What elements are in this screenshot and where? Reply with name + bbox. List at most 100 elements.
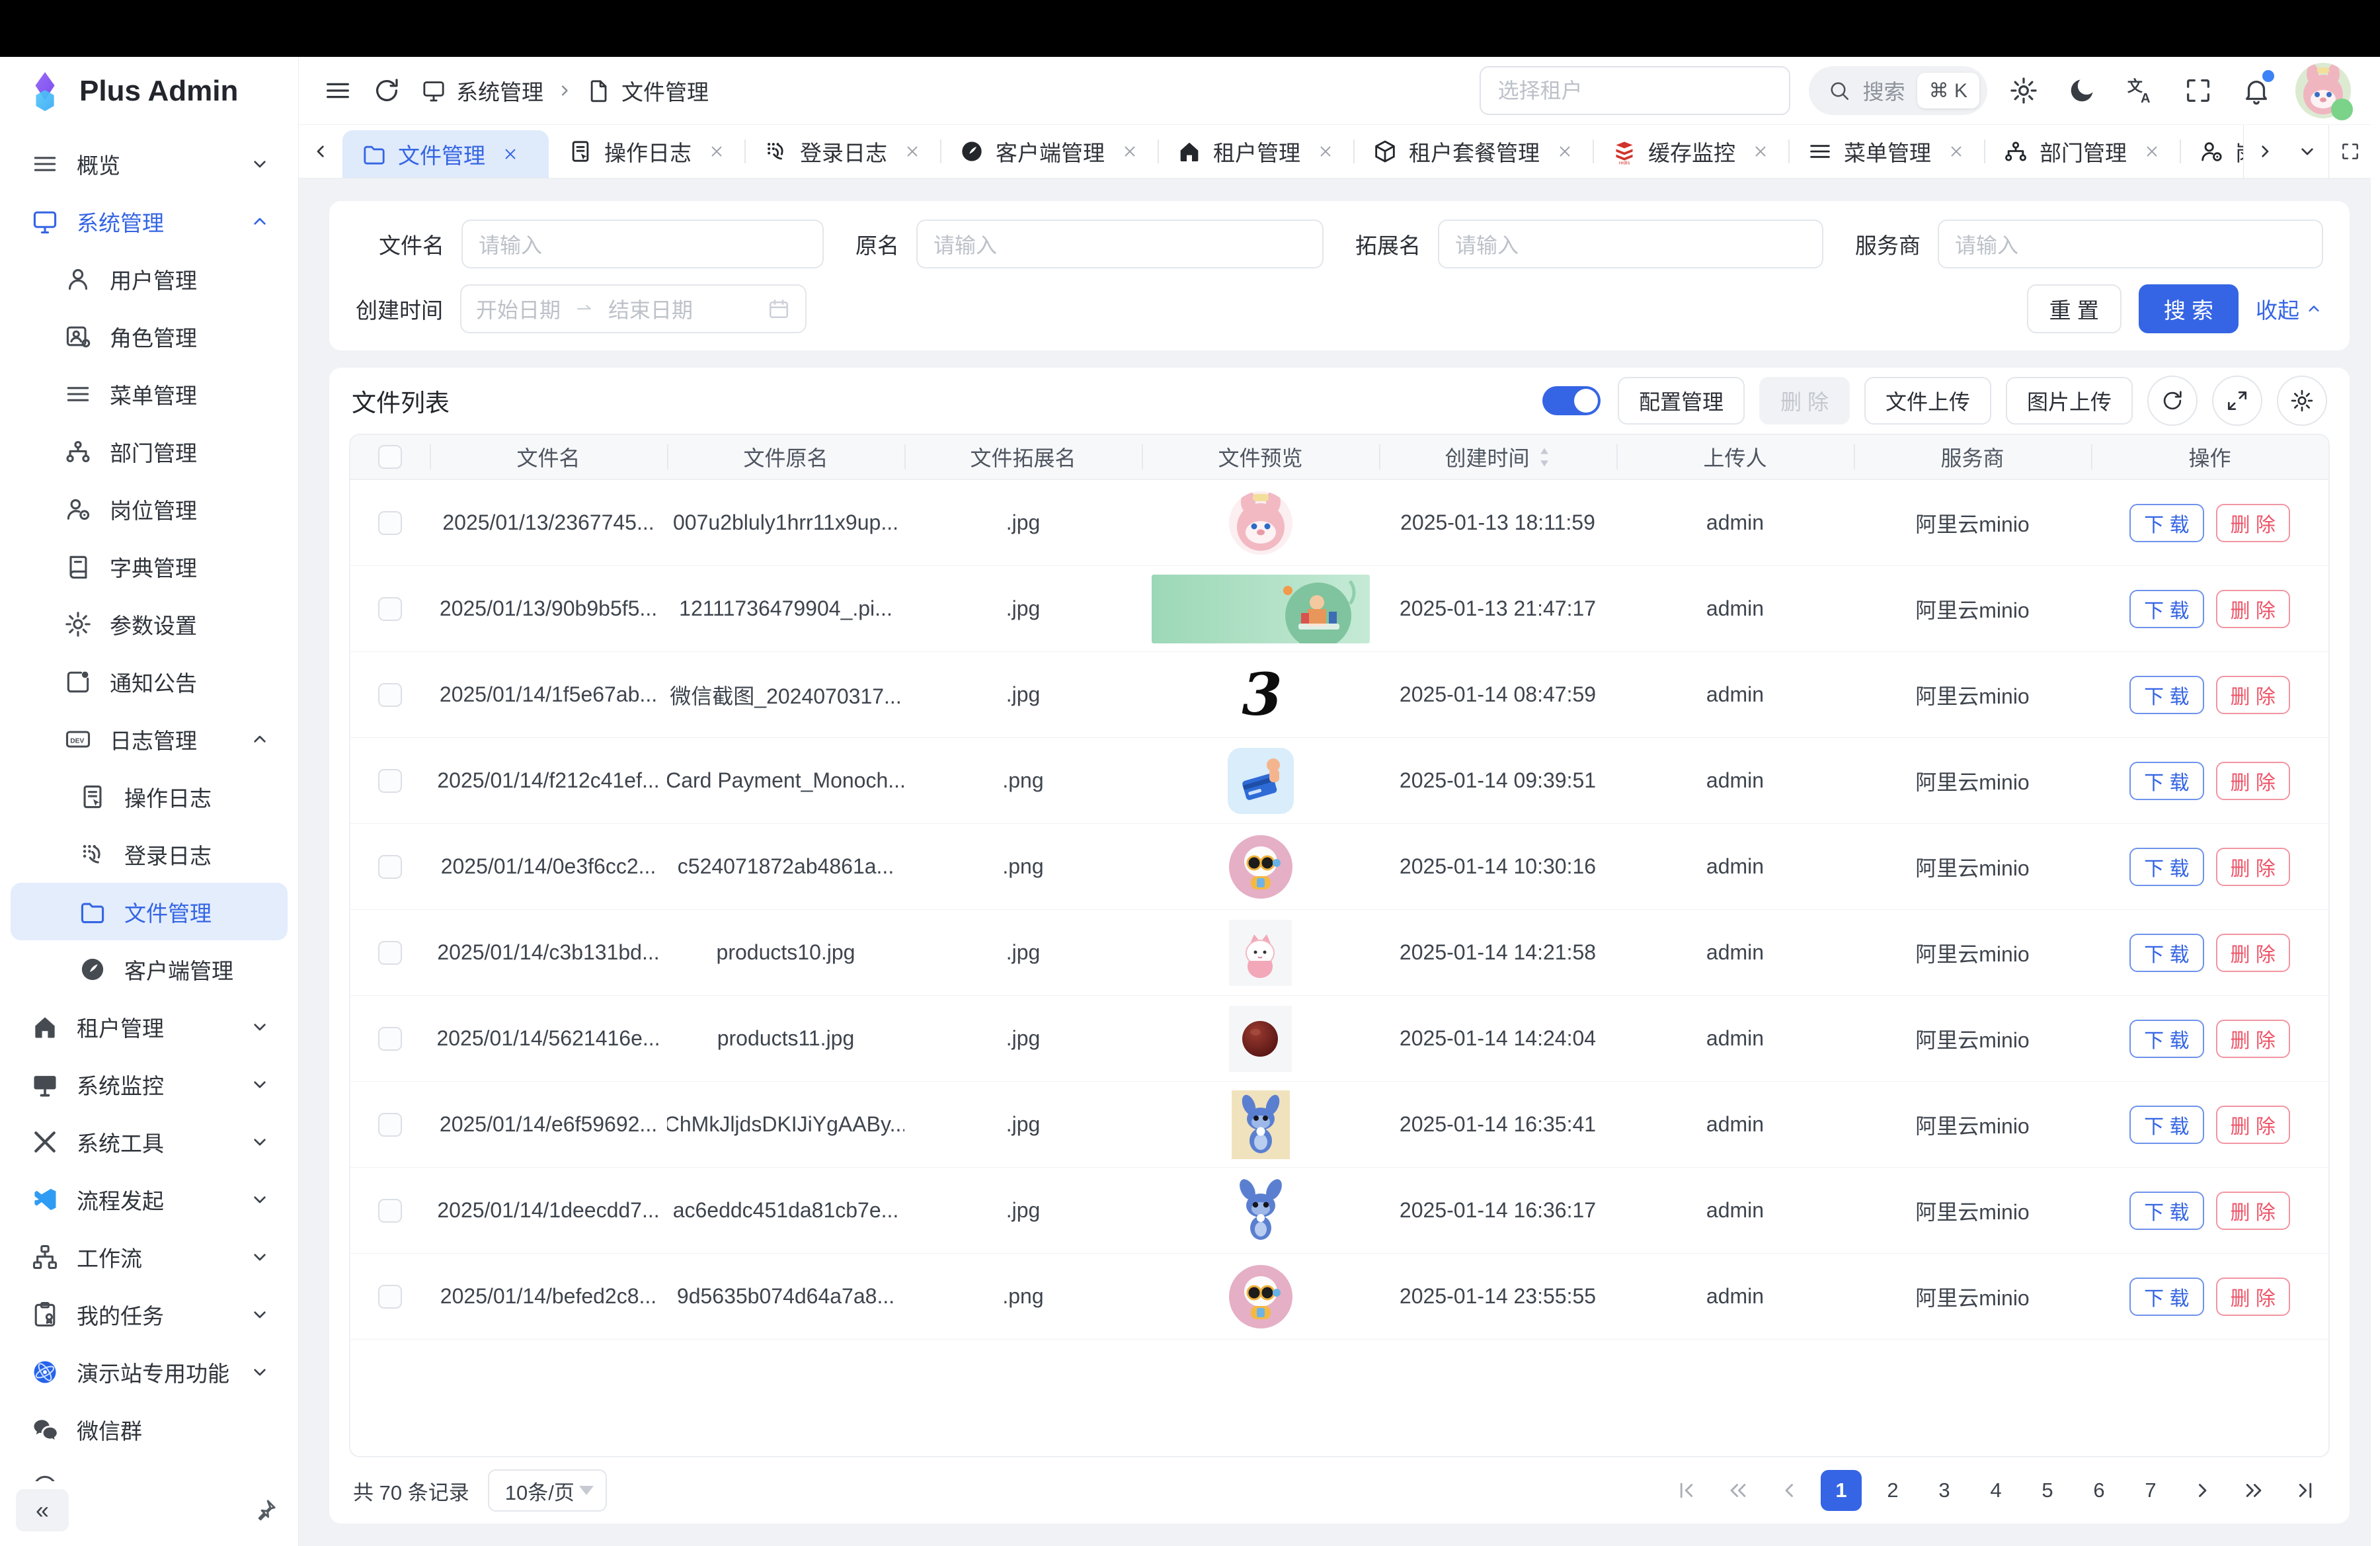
toolbar-button-图片上传[interactable]: 图片上传 <box>2006 377 2133 425</box>
toolbar-expand-icon-button[interactable] <box>2212 376 2262 426</box>
page-number-7[interactable]: 7 <box>2130 1470 2171 1511</box>
breadcrumb-item[interactable]: 系统管理 <box>420 75 543 106</box>
close-icon[interactable] <box>903 142 922 161</box>
delete-button[interactable]: 删 除 <box>2216 762 2290 800</box>
row-checkbox[interactable] <box>378 1027 402 1051</box>
page-number-2[interactable]: 2 <box>1872 1470 1913 1511</box>
sidebar-item-演示站专用功能[interactable]: 演示站专用功能 <box>11 1343 288 1401</box>
file-preview-image[interactable] <box>1142 490 1379 556</box>
sidebar-item-文件管理[interactable]: 文件管理 <box>11 883 288 940</box>
page-number-4[interactable]: 4 <box>1975 1470 2016 1511</box>
breadcrumb-item[interactable]: 文件管理 <box>586 75 709 106</box>
sidebar-item-租户管理[interactable]: 租户管理 <box>11 998 288 1055</box>
sidebar-item-字典管理[interactable]: 字典管理 <box>11 538 288 595</box>
file-preview-image[interactable] <box>1142 834 1379 900</box>
delete-button[interactable]: 删 除 <box>2216 504 2290 542</box>
服务商-input[interactable]: 请输入 <box>1938 220 2323 268</box>
row-checkbox[interactable] <box>378 769 402 793</box>
row-checkbox[interactable] <box>378 683 402 707</box>
tab-菜单管理[interactable]: 菜单管理 <box>1788 125 1984 178</box>
tenant-select-input[interactable] <box>1480 66 1790 115</box>
tabs-menu-dropdown[interactable] <box>2286 125 2328 178</box>
file-preview-image[interactable] <box>1142 748 1379 814</box>
collapse-search-link[interactable]: 收起 <box>2256 293 2323 325</box>
file-preview-image[interactable] <box>1142 1090 1379 1159</box>
tab-操作日志[interactable]: 操作日志 <box>549 125 744 178</box>
file-preview-image[interactable] <box>1142 1176 1379 1245</box>
文件名-input[interactable]: 请输入 <box>461 220 824 268</box>
file-preview-image[interactable] <box>1142 920 1379 986</box>
fullscreen-icon[interactable] <box>2183 75 2213 106</box>
sidebar-item-客户端管理[interactable]: 客户端管理 <box>11 940 288 998</box>
sidebar-item-日志管理[interactable]: DEV 日志管理 <box>11 710 288 768</box>
delete-button[interactable]: 删 除 <box>2216 1106 2290 1144</box>
delete-button[interactable]: 删 除 <box>2216 934 2290 972</box>
sidebar-item[interactable] <box>11 1458 288 1481</box>
delete-button[interactable]: 删 除 <box>2216 1020 2290 1058</box>
row-checkbox[interactable] <box>378 511 402 535</box>
row-checkbox[interactable] <box>378 855 402 879</box>
tab-文件管理[interactable]: 文件管理 <box>342 130 549 178</box>
page-fast-prev-button[interactable] <box>1718 1470 1759 1511</box>
tab-租户套餐管理[interactable]: 租户套餐管理 <box>1353 125 1593 178</box>
tab-缓存监控[interactable]: redis 缓存监控 <box>1593 125 1788 178</box>
download-button[interactable]: 下 载 <box>2129 1020 2203 1058</box>
sidebar-item-我的任务[interactable]: 我的任务 <box>11 1285 288 1343</box>
sidebar-collapse-button[interactable]: « <box>16 1489 69 1531</box>
file-preview-image[interactable] <box>1142 1264 1379 1330</box>
page-number-6[interactable]: 6 <box>2079 1470 2120 1511</box>
sidebar-item-登录日志[interactable]: 登录日志 <box>11 825 288 883</box>
sidebar-item-流程发起[interactable]: 流程发起 <box>11 1170 288 1228</box>
page-size-select[interactable]: 10条/页 <box>488 1469 607 1512</box>
search-button[interactable]: 搜 索 <box>2139 284 2239 333</box>
page-prev-button[interactable] <box>1769 1470 1810 1511</box>
tabs-scroll-left[interactable] <box>299 125 342 178</box>
sidebar-item-系统工具[interactable]: 系统工具 <box>11 1113 288 1170</box>
sidebar-toggle-button[interactable] <box>323 75 353 106</box>
sidebar-item-概览[interactable]: 概览 <box>11 135 288 192</box>
global-search[interactable]: 搜索 ⌘ K <box>1809 66 1987 115</box>
tab-租户管理[interactable]: 租户管理 <box>1158 125 1353 178</box>
row-checkbox[interactable] <box>378 1113 402 1137</box>
sort-icon[interactable] <box>1538 447 1551 468</box>
download-button[interactable]: 下 载 <box>2129 504 2203 542</box>
sidebar-item-菜单管理[interactable]: 菜单管理 <box>11 365 288 423</box>
sidebar-item-岗位管理[interactable]: 岗位管理 <box>11 480 288 538</box>
page-next-button[interactable] <box>2182 1470 2223 1511</box>
column-header-文件原名[interactable]: 文件原名 <box>667 435 904 479</box>
sidebar-item-参数设置[interactable]: 参数设置 <box>11 595 288 653</box>
原名-input[interactable]: 请输入 <box>916 220 1324 268</box>
sidebar-item-角色管理[interactable]: 角色管理 <box>11 307 288 365</box>
table-toggle-switch[interactable] <box>1542 386 1601 415</box>
toolbar-gear-icon-button[interactable] <box>2277 376 2327 426</box>
tab-登录日志[interactable]: 登录日志 <box>744 125 940 178</box>
page-first-button[interactable] <box>1666 1470 1707 1511</box>
file-preview-image[interactable] <box>1142 575 1379 643</box>
toolbar-refresh-icon-button[interactable] <box>2147 376 2198 426</box>
sidebar-item-系统管理[interactable]: 系统管理 <box>11 192 288 250</box>
toolbar-button-文件上传[interactable]: 文件上传 <box>1864 377 1991 425</box>
tabs-scroll-right[interactable] <box>2244 125 2286 178</box>
settings-icon[interactable] <box>2008 75 2039 106</box>
scrollbar-track[interactable] <box>2371 57 2380 1546</box>
download-button[interactable]: 下 载 <box>2129 762 2203 800</box>
sidebar-item-部门管理[interactable]: 部门管理 <box>11 423 288 480</box>
column-header-文件拓展名[interactable]: 文件拓展名 <box>904 435 1142 479</box>
sidebar-item-工作流[interactable]: 工作流 <box>11 1228 288 1285</box>
tab-岗位管理[interactable]: 岗位管理 <box>2180 125 2243 178</box>
row-checkbox[interactable] <box>378 597 402 621</box>
select-all-checkbox[interactable] <box>378 445 402 469</box>
dark-mode-icon[interactable] <box>2067 75 2097 106</box>
page-fast-next-button[interactable] <box>2233 1470 2274 1511</box>
download-button[interactable]: 下 载 <box>2129 1192 2203 1230</box>
brand[interactable]: Plus Admin <box>0 57 298 126</box>
close-icon[interactable] <box>1556 142 1574 161</box>
file-preview-image[interactable] <box>1142 1006 1379 1072</box>
close-icon[interactable] <box>707 142 726 161</box>
language-icon[interactable]: 文A <box>2125 75 2155 106</box>
download-button[interactable]: 下 载 <box>2129 1106 2203 1144</box>
toolbar-button-配置管理[interactable]: 配置管理 <box>1618 377 1745 425</box>
delete-button[interactable]: 删 除 <box>2216 1192 2290 1230</box>
close-icon[interactable] <box>1751 142 1770 161</box>
close-icon[interactable] <box>2143 142 2161 161</box>
